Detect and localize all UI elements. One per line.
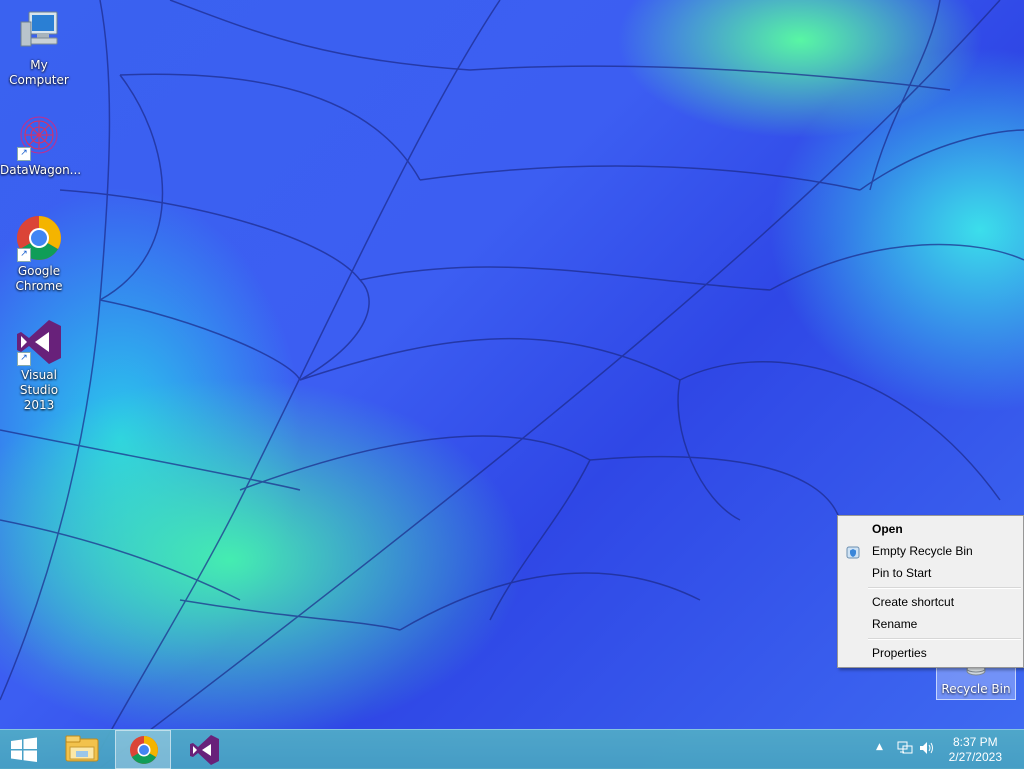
menu-item-label: Empty Recycle Bin (872, 544, 973, 558)
taskbar-file-explorer[interactable] (56, 730, 112, 769)
desktop-icon-visual-studio[interactable]: ↗ Visual Studio 2013 (0, 318, 78, 413)
chrome-icon: ↗ (15, 214, 63, 262)
desktop-icon-label: Google Chrome (15, 264, 63, 293)
context-menu: Open Empty Recycle Bin Pin to Start Crea… (837, 515, 1024, 668)
shortcut-arrow-icon: ↗ (17, 248, 31, 262)
desktop-icon-google-chrome[interactable]: ↗ Google Chrome (0, 214, 78, 294)
visual-studio-icon: ↗ (15, 318, 63, 366)
network-icon[interactable] (896, 740, 914, 756)
menu-item-label: Rename (872, 617, 918, 631)
volume-icon[interactable] (918, 740, 936, 756)
menu-item-label: Pin to Start (872, 566, 932, 580)
taskbar-visual-studio[interactable] (177, 730, 233, 769)
desktop-icon-label: Visual Studio 2013 (19, 368, 59, 412)
shortcut-arrow-icon: ↗ (17, 352, 31, 366)
menu-item-pin-to-start[interactable]: Pin to Start (840, 562, 1021, 584)
recycle-bin-label: Recycle Bin (941, 682, 1011, 696)
clock[interactable]: 8:37 PM 2/27/2023 (949, 735, 1002, 765)
visual-studio-icon (190, 735, 219, 765)
desktop-icon-datawagon[interactable]: ↗ DataWagon... (0, 113, 82, 178)
menu-item-label: Open (872, 522, 903, 536)
desktop-icon-label: My Computer (9, 58, 69, 87)
show-hidden-icons-icon[interactable]: ▲ (876, 742, 883, 752)
menu-item-label: Properties (872, 646, 927, 660)
shortcut-arrow-icon: ↗ (17, 147, 31, 161)
menu-item-open[interactable]: Open (840, 518, 1021, 540)
menu-item-empty-recycle-bin[interactable]: Empty Recycle Bin (840, 540, 1021, 562)
file-explorer-icon (65, 735, 99, 762)
desktop-icon-label: DataWagon... (0, 163, 82, 177)
menu-item-create-shortcut[interactable]: Create shortcut (840, 591, 1021, 613)
menu-separator (868, 587, 1021, 589)
taskbar-chrome[interactable] (115, 730, 171, 769)
menu-item-rename[interactable]: Rename (840, 613, 1021, 635)
shield-icon (846, 544, 860, 559)
desktop-icon-my-computer[interactable]: My Computer (0, 8, 78, 88)
chrome-icon (130, 736, 158, 764)
clock-date: 2/27/2023 (948, 750, 1002, 764)
computer-icon (15, 8, 63, 56)
clock-time: 8:37 PM (952, 735, 998, 749)
menu-item-properties[interactable]: Properties (840, 642, 1021, 664)
menu-separator (868, 638, 1021, 640)
windows-logo-icon (11, 737, 37, 762)
start-button[interactable] (0, 730, 48, 769)
menu-item-label: Create shortcut (872, 595, 955, 609)
taskbar: ▲ 8:37 PM 2/27/2023 (0, 729, 1024, 769)
datawagon-icon: ↗ (15, 113, 63, 161)
